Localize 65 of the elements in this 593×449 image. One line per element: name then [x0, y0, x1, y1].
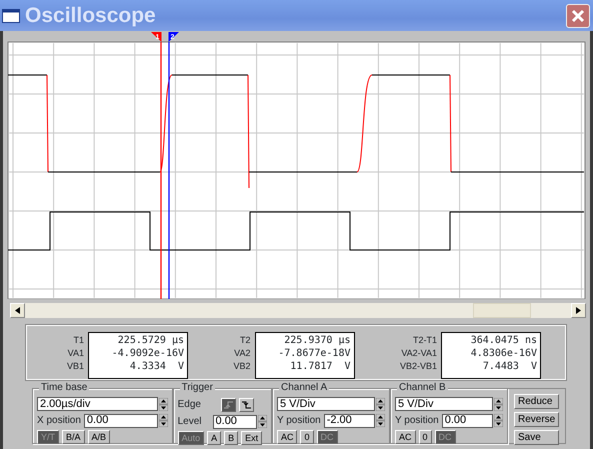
cursor-line[interactable] — [160, 42, 162, 299]
field-label: Y position — [276, 414, 321, 428]
readout-value: -4.9092e-16V — [110, 347, 184, 360]
source-button[interactable]: B — [224, 431, 238, 445]
falling-edge-icon — [240, 399, 253, 412]
readout-label: T2-T1 — [412, 334, 437, 347]
right-arrow-icon — [576, 307, 581, 314]
coupling-button[interactable]: AC — [394, 430, 416, 444]
action-button[interactable]: Save — [514, 430, 559, 445]
readout-label: VA2 — [234, 347, 250, 360]
window-title: Oscilloscope — [25, 5, 156, 26]
spinner-arrows[interactable] — [494, 414, 503, 427]
readout-label: VB2 — [233, 360, 250, 373]
spinner-arrows[interactable] — [258, 415, 267, 428]
spinner-arrows[interactable] — [376, 414, 385, 427]
readout-value: 225.9370 µs — [283, 334, 350, 347]
group-title: Trigger — [180, 382, 215, 394]
readout-value: -7.8677e-18V — [277, 347, 350, 360]
scrollbar-thumb[interactable] — [473, 303, 531, 318]
level-field[interactable]: 0.00 — [212, 414, 257, 428]
close-icon — [571, 8, 585, 22]
readout-value: 225.5729 µs — [116, 334, 184, 347]
spinner-arrows[interactable] — [494, 398, 503, 410]
scroll-left-button[interactable] — [10, 303, 25, 318]
readout-label: T1 — [74, 334, 84, 347]
rising-edge-icon — [222, 399, 235, 412]
mode-button[interactable]: A/B — [88, 430, 110, 444]
field-label: Y position — [394, 414, 439, 428]
spinner-arrows[interactable] — [158, 414, 168, 427]
readout-value: 7.4483 V — [482, 360, 537, 373]
field-label: Edge — [178, 398, 201, 412]
action-button[interactable]: Reverse — [514, 412, 559, 427]
readout-label: VA1 — [68, 347, 84, 360]
source-button[interactable]: A — [207, 431, 222, 445]
left-arrow-icon — [15, 307, 20, 314]
scroll-right-button[interactable] — [571, 303, 586, 318]
readout-label: VB2-VB1 — [400, 360, 437, 373]
scale-field[interactable]: 5 V/Div — [276, 397, 375, 411]
mode-button[interactable]: B/A — [62, 430, 85, 444]
edge-button[interactable] — [238, 398, 254, 412]
readout-value: 4.8306e-16V — [470, 347, 537, 360]
spinner-arrows[interactable] — [376, 398, 385, 410]
field-label: X position — [37, 414, 81, 428]
close-button[interactable] — [566, 4, 590, 28]
position-field[interactable]: 0.00 — [84, 414, 158, 428]
position-field[interactable]: 0.00 — [442, 414, 493, 428]
readout-label: VB1 — [67, 360, 84, 373]
scale-field[interactable]: 5 V/Div — [394, 397, 493, 411]
edge-button[interactable] — [220, 398, 236, 412]
position-field[interactable]: -2.00 — [324, 414, 375, 428]
field-label: Level — [178, 415, 202, 429]
coupling-button[interactable]: AC — [276, 430, 298, 444]
cursor-line[interactable] — [168, 42, 170, 299]
coupling-button[interactable]: 0 — [418, 430, 432, 444]
readout-value: 11.7817 V — [289, 360, 350, 373]
spinner-arrows[interactable] — [158, 398, 168, 410]
action-button[interactable]: Reduce — [514, 394, 559, 409]
source-button[interactable]: Ext — [241, 431, 262, 445]
readout-label: VA2-VA1 — [401, 347, 437, 360]
coupling-button[interactable]: 0 — [300, 430, 314, 444]
scale-field[interactable]: 2.00µs/div — [37, 397, 158, 411]
window-icon — [2, 8, 20, 22]
readout-label: T2 — [240, 334, 250, 347]
readout-value: 364.0475 ns — [470, 334, 537, 347]
readout-value: 4.3334 V — [128, 360, 184, 373]
